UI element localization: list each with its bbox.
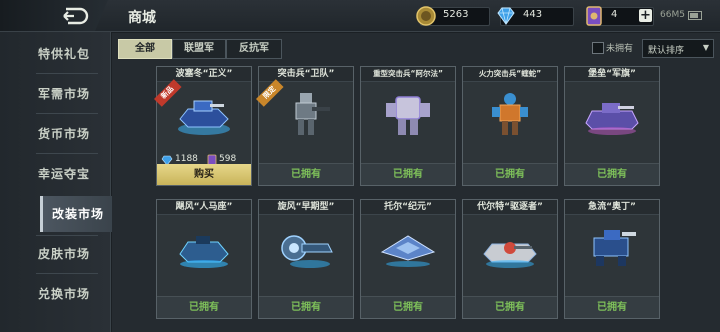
top-bar: 商城 5263 443 4 + 66M5 [0,0,720,32]
tab-union-army[interactable]: 联盟军 [172,39,226,59]
product-card[interactable]: 波塞冬“正义” 新品 1188 598 购买 [154,66,252,186]
sidebar-item-currency-market[interactable]: 货币市场 [20,116,108,152]
owned-label: 已拥有 [463,296,557,318]
product-card[interactable]: 火力突击兵“蝰蛇” 已拥有 [462,66,558,186]
product-title: 旋风“早期型” [259,200,353,215]
sort-value: 默认排序 [648,46,685,56]
product-title: 堡垒“军旗” [565,67,659,82]
racer-tank-image [483,242,537,268]
assault-mech-image [492,93,528,135]
page-title: 商城 [128,10,156,26]
product-title: 火力突击兵“蝰蛇” [463,67,557,82]
chevron-down-icon: ▼ [702,43,709,52]
product-card[interactable]: 飓风“人马座” 已拥有 [156,199,252,319]
sidebar-item-skin-market[interactable]: 皮肤市场 [20,236,108,272]
owned-label: 已拥有 [361,163,455,185]
soldier-mech-image [295,93,330,135]
sidebar-item-exchange-market[interactable]: 兑换市场 [20,276,108,312]
turbine-hover-image [281,235,333,268]
owned-label: 已拥有 [157,296,251,318]
product-card[interactable]: 堡垒“军旗” 已拥有 [564,66,660,186]
gold-balance: 5263 [416,6,490,26]
product-title: 重型突击兵“阿尔法” [361,67,455,82]
product-card[interactable]: 旋风“早期型” 已拥有 [258,199,354,319]
owned-label: 已拥有 [361,296,455,318]
product-title: 代尔特“驱逐者” [463,200,557,215]
shop-panel: 全部 联盟军 反抗军 未拥有 默认排序 ▼ 波塞冬“正义” 新品 1188 59… [112,33,720,332]
product-title: 急流“奥丁” [565,200,659,215]
owned-label: 已拥有 [463,163,557,185]
card-icon [586,6,602,26]
product-card[interactable]: 急流“奥丁” 已拥有 [564,199,660,319]
sidebar-divider [36,113,98,114]
product-card[interactable]: 代尔特“驱逐者” 已拥有 [462,199,558,319]
sidebar-item-special-pack[interactable]: 特供礼包 [20,36,108,72]
fortress-tank-image [585,103,639,135]
product-card[interactable]: 托尔“纪元” 已拥有 [360,199,456,319]
product-card[interactable]: 重型突击兵“阿尔法” 已拥有 [360,66,456,186]
not-owned-checkbox[interactable] [592,42,604,54]
sidebar-divider [36,73,98,74]
sidebar-item-military-market[interactable]: 军需市场 [20,76,108,112]
product-title: 波塞冬“正义” [157,67,251,82]
diamond-icon [497,7,515,25]
heavy-mech-image [386,96,430,135]
product-title: 托尔“纪元” [361,200,455,215]
owned-label: 已拥有 [565,163,659,185]
sidebar-item-mod-market[interactable]: 改装市场 [40,196,113,232]
gold-value: 5263 [443,9,469,20]
heavy-walker-image [593,230,636,266]
back-icon [63,7,89,25]
tab-all[interactable]: 全部 [118,39,172,59]
card-value: 4 [611,9,618,20]
owned-label: 已拥有 [259,296,353,318]
add-currency-button[interactable]: + [639,9,652,22]
memory-indicator: 66M5 [660,10,685,20]
product-title: 飓风“人马座” [157,200,251,215]
sidebar-divider [36,153,98,154]
gold-coin-icon [416,6,436,26]
tab-rebel-army[interactable]: 反抗军 [226,39,282,59]
sidebar-divider [36,273,98,274]
sort-dropdown[interactable]: 默认排序 ▼ [642,39,714,58]
hover-buggy-image [179,236,229,268]
product-card[interactable]: 突击兵“卫队” 限定 已拥有 [256,66,354,186]
back-button[interactable] [0,0,108,31]
gem-value: 443 [523,9,543,20]
sidebar-item-lucky-draw[interactable]: 幸运夺宝 [20,156,108,192]
jet-craft-image [380,235,436,267]
sidebar: 特供礼包 军需市场 货币市场 幸运夺宝 改装市场 皮肤市场 兑换市场 [0,32,113,332]
hovertank-blue-image [178,100,230,135]
product-title: 突击兵“卫队” [259,67,353,82]
battery-icon [688,11,702,20]
buy-button[interactable]: 购买 [157,164,251,185]
owned-label: 已拥有 [259,163,353,185]
gem-price: 1188 [175,154,198,164]
card-price: 598 [219,154,237,164]
owned-label: 已拥有 [565,296,659,318]
not-owned-label: 未拥有 [606,44,634,54]
gem-balance: 443 [497,7,574,26]
